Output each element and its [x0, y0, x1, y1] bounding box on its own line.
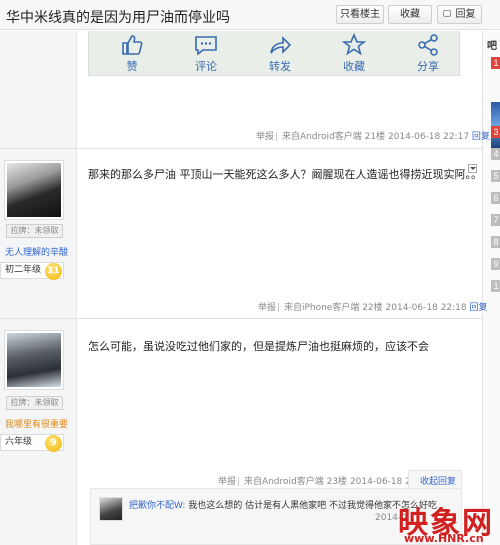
post-time: 2014-06-18 22:17 — [387, 132, 470, 142]
only-op-button[interactable]: 只看楼主 — [336, 5, 384, 24]
sidebar-rank-6[interactable]: 7 — [491, 214, 500, 226]
left-user-column — [0, 31, 76, 545]
post-divider — [0, 148, 482, 149]
share-label: 分享 — [417, 60, 439, 73]
comment-label: 评论 — [195, 60, 217, 73]
like-label: 赞 — [126, 60, 138, 73]
username[interactable]: 无人理解的辛酸 — [5, 245, 68, 258]
share-action[interactable]: 分享 — [403, 31, 453, 76]
collapse-replies-link[interactable]: 收起回复 — [420, 474, 456, 487]
post-menu-chevron-down-icon[interactable] — [468, 164, 477, 173]
forward-icon — [270, 36, 292, 54]
report-link[interactable]: 举报 — [256, 132, 274, 142]
watermark-url: www.HNR.cn — [404, 532, 484, 545]
sidebar-rank-7[interactable]: 8 — [491, 236, 500, 248]
sidebar-rank-5[interactable]: 6 — [491, 192, 500, 204]
post-source: 来自iPhone客户端 — [283, 303, 360, 313]
thread-header: 华中米线真的是因为用尸油而停业吗 只看楼主 收藏 回复 — [0, 0, 500, 30]
post-source: 来自Android客户端 — [243, 477, 324, 487]
comment-icon — [195, 36, 217, 56]
level-box[interactable]: 初二年级 11 — [0, 262, 64, 280]
share-icon — [418, 34, 438, 56]
right-sidebar: 吧 1 3 4 5 6 7 8 9 1 — [482, 31, 500, 545]
reply-link[interactable]: 回复 — [472, 132, 490, 142]
sidebar-rank-8[interactable]: 9 — [491, 258, 500, 270]
level-name: 六年级 — [5, 437, 33, 447]
thread-title: 华中米线真的是因为用尸油而停业吗 — [6, 10, 230, 26]
sidebar-rank-2[interactable]: 3 — [491, 126, 500, 138]
post-source: 来自Android客户端 — [281, 132, 362, 142]
avatar[interactable] — [4, 330, 64, 390]
post-divider — [0, 318, 482, 319]
username[interactable]: 我哪里有很重要 — [5, 417, 68, 430]
sidebar-rank-9[interactable]: 1 — [491, 280, 500, 292]
level-box[interactable]: 六年级 9 — [0, 434, 64, 452]
post-content: 怎么可能，虽说没吃过他们家的，但是提炼尸油也挺麻烦的，应该不会 — [88, 340, 429, 353]
post-meta: 举报| 来自Android客户端 23楼 2014-06-18 22:18 — [218, 477, 432, 487]
level-badge: 9 — [45, 435, 62, 452]
post-time: 2014-06-18 22:18 — [385, 303, 467, 313]
share-bar: 赞 评论 转发 收藏 分享 — [88, 31, 460, 76]
floor-number: 21楼 — [364, 132, 386, 142]
sidebar-thumbnail[interactable] — [491, 102, 500, 148]
avatar[interactable] — [4, 160, 64, 220]
star-icon — [342, 33, 366, 56]
avatar-image — [7, 163, 61, 217]
favorite-button[interactable]: 收藏 — [388, 5, 432, 24]
avatar-image — [7, 333, 61, 387]
sidebar-rank-4[interactable]: 5 — [491, 170, 500, 182]
badge-button[interactable]: 拉牌：未领取 — [6, 396, 63, 410]
report-link[interactable]: 举报 — [218, 477, 236, 487]
post-content: 那来的那么多尸油 平顶山一天能死这么多人？阚腥现在人造谣也得捞近现实阿。。 — [88, 168, 482, 181]
post-meta: 举报| 来自iPhone客户端 22楼 2014-06-18 22:18 回复 — [258, 303, 488, 313]
level-name: 初二年级 — [5, 265, 42, 275]
thumbs-up-icon — [122, 35, 143, 55]
report-link[interactable]: 举报 — [258, 303, 276, 313]
column-divider — [76, 31, 77, 545]
badge-button[interactable]: 拉牌：未领取 — [6, 224, 63, 238]
forward-label: 转发 — [269, 60, 291, 73]
favorite-action[interactable]: 收藏 — [329, 31, 379, 76]
reply-button[interactable]: 回复 — [437, 5, 482, 24]
reply-link[interactable]: 回复 — [470, 303, 488, 313]
sidebar-rank-3[interactable]: 4 — [491, 148, 500, 160]
reply-bubble-icon — [443, 10, 451, 17]
floor-number: 23楼 — [326, 477, 348, 487]
forward-action[interactable]: 转发 — [255, 31, 305, 76]
reply-item: 把歉你不配W: 我也这么想的 估计是有人黑他家吧 不过我觉得他家不怎么好吃 — [129, 501, 438, 511]
sidebar-rank-1[interactable]: 1 — [491, 57, 500, 69]
reply-button-label: 回复 — [455, 9, 476, 20]
favorite-label: 收藏 — [343, 60, 365, 73]
post-meta: 举报| 来自Android客户端 21楼 2014-06-18 22:17 回复 — [256, 132, 490, 142]
floor-number: 22楼 — [362, 303, 383, 313]
comment-action[interactable]: 评论 — [181, 31, 231, 76]
like-action[interactable]: 赞 — [107, 31, 157, 76]
level-badge: 11 — [45, 263, 62, 280]
reply-username[interactable]: 把歉你不配W — [129, 501, 182, 511]
sidebar-label: 吧 — [487, 41, 497, 52]
reply-avatar[interactable] — [99, 497, 123, 521]
collapse-replies-tab[interactable]: 收起回复 — [408, 470, 462, 489]
